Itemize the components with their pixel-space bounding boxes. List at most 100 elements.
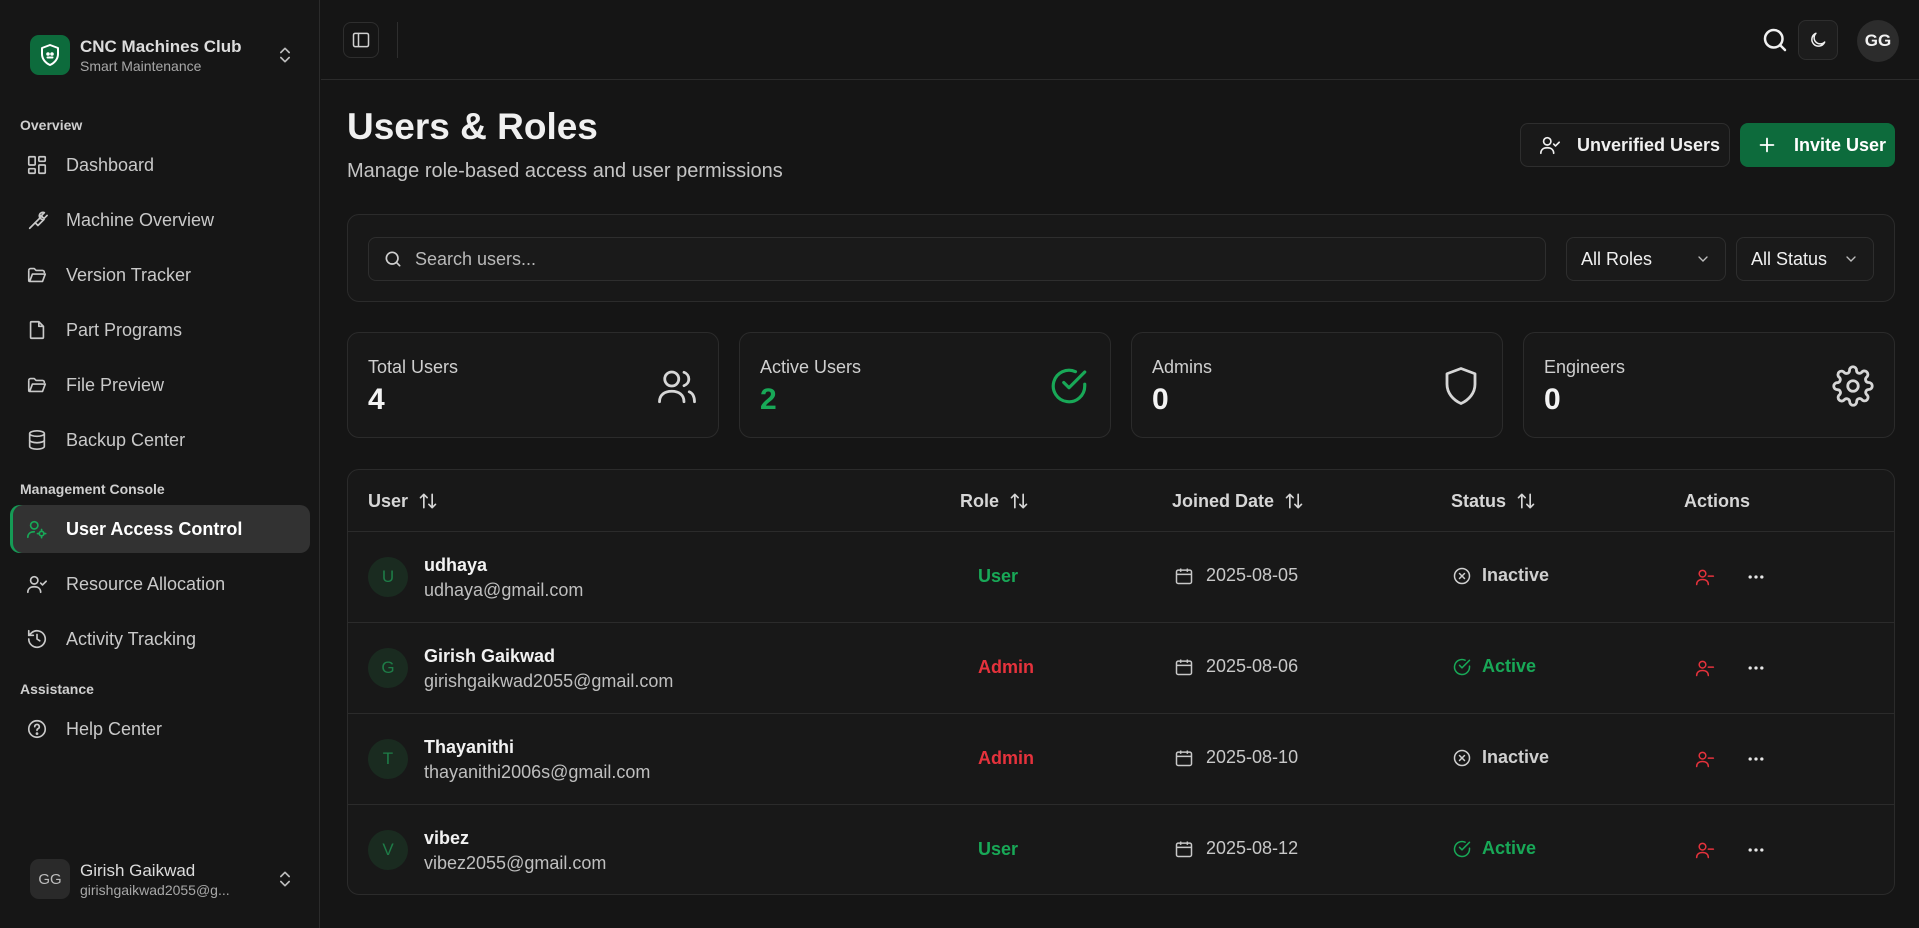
nav-section-assistance: Assistance xyxy=(20,681,94,697)
user-email: vibez2055@gmail.com xyxy=(424,853,607,873)
sidebar-item-activity-tracking[interactable]: Activity Tracking xyxy=(10,615,310,663)
sidebar-item-file-preview[interactable]: File Preview xyxy=(10,361,310,409)
page-title: Users & Roles xyxy=(347,106,598,147)
sidebar-item-help-center[interactable]: Help Center xyxy=(10,705,310,753)
chevron-up-down-icon xyxy=(280,871,290,887)
sidebar-item-label: Resource Allocation xyxy=(66,573,226,594)
user-minus-icon xyxy=(1695,842,1715,859)
panel-left-icon xyxy=(352,32,370,48)
user-email: girishgaikwad2055@gmail.com xyxy=(424,671,674,691)
stat-label: Engineers xyxy=(1544,357,1626,377)
account-switcher[interactable]: GG Girish Gaikwad girishgaikwad2055@g... xyxy=(30,858,295,900)
role-filter-select[interactable]: All Roles xyxy=(1566,237,1726,281)
page-subtitle: Manage role-based access and user permis… xyxy=(347,160,783,182)
user-minus-icon xyxy=(1695,569,1715,586)
history-icon xyxy=(27,629,47,649)
sidebar-item-resource-allocation[interactable]: Resource Allocation xyxy=(10,560,310,608)
user-name: Thayanithi xyxy=(424,737,515,757)
stat-card-engineers: Engineers 0 xyxy=(1523,332,1895,438)
sidebar-item-part-programs[interactable]: Part Programs xyxy=(10,306,310,354)
nav-section-overview: Overview xyxy=(20,117,83,133)
table-row: T Thayanithi thayanithi2006s@gmail.com A… xyxy=(348,714,1894,805)
stat-value: 2 xyxy=(760,383,777,416)
users-icon xyxy=(658,370,696,404)
status-value: Active xyxy=(1482,838,1537,858)
joined-date-value: 2025-08-10 xyxy=(1206,747,1299,767)
stat-value: 0 xyxy=(1544,383,1561,416)
check-circle-icon xyxy=(1051,368,1087,404)
sidebar-item-version-tracker[interactable]: Version Tracker xyxy=(10,251,310,299)
sidebar-item-backup-center[interactable]: Backup Center xyxy=(10,416,310,464)
more-actions-button[interactable] xyxy=(1744,838,1768,862)
status-value: Active xyxy=(1482,656,1537,676)
plus-icon xyxy=(1759,137,1775,153)
nav-section-management: Management Console xyxy=(20,481,165,497)
role-badge: Admin xyxy=(978,748,1034,768)
column-header-label: Role xyxy=(960,490,1000,511)
stat-card-active-users: Active Users 2 xyxy=(739,332,1111,438)
unverified-users-label: Unverified Users xyxy=(1577,134,1721,155)
more-actions-button[interactable] xyxy=(1744,656,1768,680)
column-header-label: Status xyxy=(1451,490,1507,511)
grid-icon xyxy=(27,155,47,175)
sidebar-item-label: Machine Overview xyxy=(66,209,215,230)
calendar-icon xyxy=(1175,750,1193,766)
sidebar-item-machine-overview[interactable]: Machine Overview xyxy=(10,196,310,244)
column-header-user[interactable]: User xyxy=(368,470,438,532)
sidebar-item-label: Part Programs xyxy=(66,319,183,340)
avatar: T xyxy=(368,739,408,779)
database-icon xyxy=(28,430,46,450)
wrench-icon xyxy=(28,211,48,230)
joined-date: 2025-08-12 xyxy=(1174,838,1298,859)
status-value: Inactive xyxy=(1482,747,1550,767)
x-circle-icon xyxy=(1453,567,1471,584)
account-email: girishgaikwad2055@g... xyxy=(80,881,230,898)
sort-icon xyxy=(1517,493,1535,509)
check-circle-icon xyxy=(1453,840,1471,857)
folder-open-icon xyxy=(27,377,47,393)
calendar-icon xyxy=(1175,659,1193,675)
status-filter-select[interactable]: All Status xyxy=(1736,237,1874,281)
sidebar-item-label: Activity Tracking xyxy=(66,628,197,649)
user-minus-icon xyxy=(1695,660,1715,677)
user-cog-icon xyxy=(27,520,47,539)
more-horizontal-icon xyxy=(1748,848,1764,852)
user-email: udhaya@gmail.com xyxy=(424,580,584,600)
status-badge: Inactive xyxy=(1452,747,1549,768)
more-horizontal-icon xyxy=(1748,575,1764,579)
user-search-box[interactable] xyxy=(368,237,1546,281)
gear-icon xyxy=(1832,365,1874,407)
search-input[interactable] xyxy=(415,238,1545,280)
brand-title: CNC Machines Club xyxy=(80,36,242,56)
remove-user-button[interactable] xyxy=(1693,747,1717,771)
brand-switcher[interactable]: CNC Machines Club Smart Maintenance xyxy=(30,34,295,76)
column-header-role[interactable]: Role xyxy=(960,470,1029,532)
status-badge: Inactive xyxy=(1452,565,1549,586)
theme-toggle-button[interactable] xyxy=(1798,20,1838,60)
sidebar-item-user-access-control[interactable]: User Access Control xyxy=(10,505,310,553)
more-actions-button[interactable] xyxy=(1744,747,1768,771)
joined-date-value: 2025-08-05 xyxy=(1206,565,1299,585)
sidebar-item-label: Help Center xyxy=(66,718,163,739)
status-value: Inactive xyxy=(1482,565,1550,585)
remove-user-button[interactable] xyxy=(1693,838,1717,862)
unverified-users-button[interactable]: Unverified Users xyxy=(1520,123,1730,167)
more-actions-button[interactable] xyxy=(1744,565,1768,589)
user-name: udhaya xyxy=(424,555,488,575)
chevron-down-icon xyxy=(1698,256,1708,262)
sidebar-item-dashboard[interactable]: Dashboard xyxy=(10,141,310,189)
column-header-joined-date[interactable]: Joined Date xyxy=(1172,470,1304,532)
remove-user-button[interactable] xyxy=(1693,565,1717,589)
search-icon xyxy=(1763,28,1787,52)
joined-date: 2025-08-06 xyxy=(1174,656,1298,677)
column-header-label: Actions xyxy=(1684,490,1751,511)
search-button[interactable] xyxy=(1759,24,1791,56)
profile-avatar-button[interactable]: GG xyxy=(1857,20,1899,62)
remove-user-button[interactable] xyxy=(1693,656,1717,680)
more-horizontal-icon xyxy=(1748,666,1764,670)
joined-date-value: 2025-08-06 xyxy=(1206,656,1299,676)
stat-card-admins: Admins 0 xyxy=(1131,332,1503,438)
column-header-status[interactable]: Status xyxy=(1451,470,1536,532)
invite-user-button[interactable]: Invite User xyxy=(1740,123,1895,167)
sidebar-toggle-button[interactable] xyxy=(343,22,379,58)
